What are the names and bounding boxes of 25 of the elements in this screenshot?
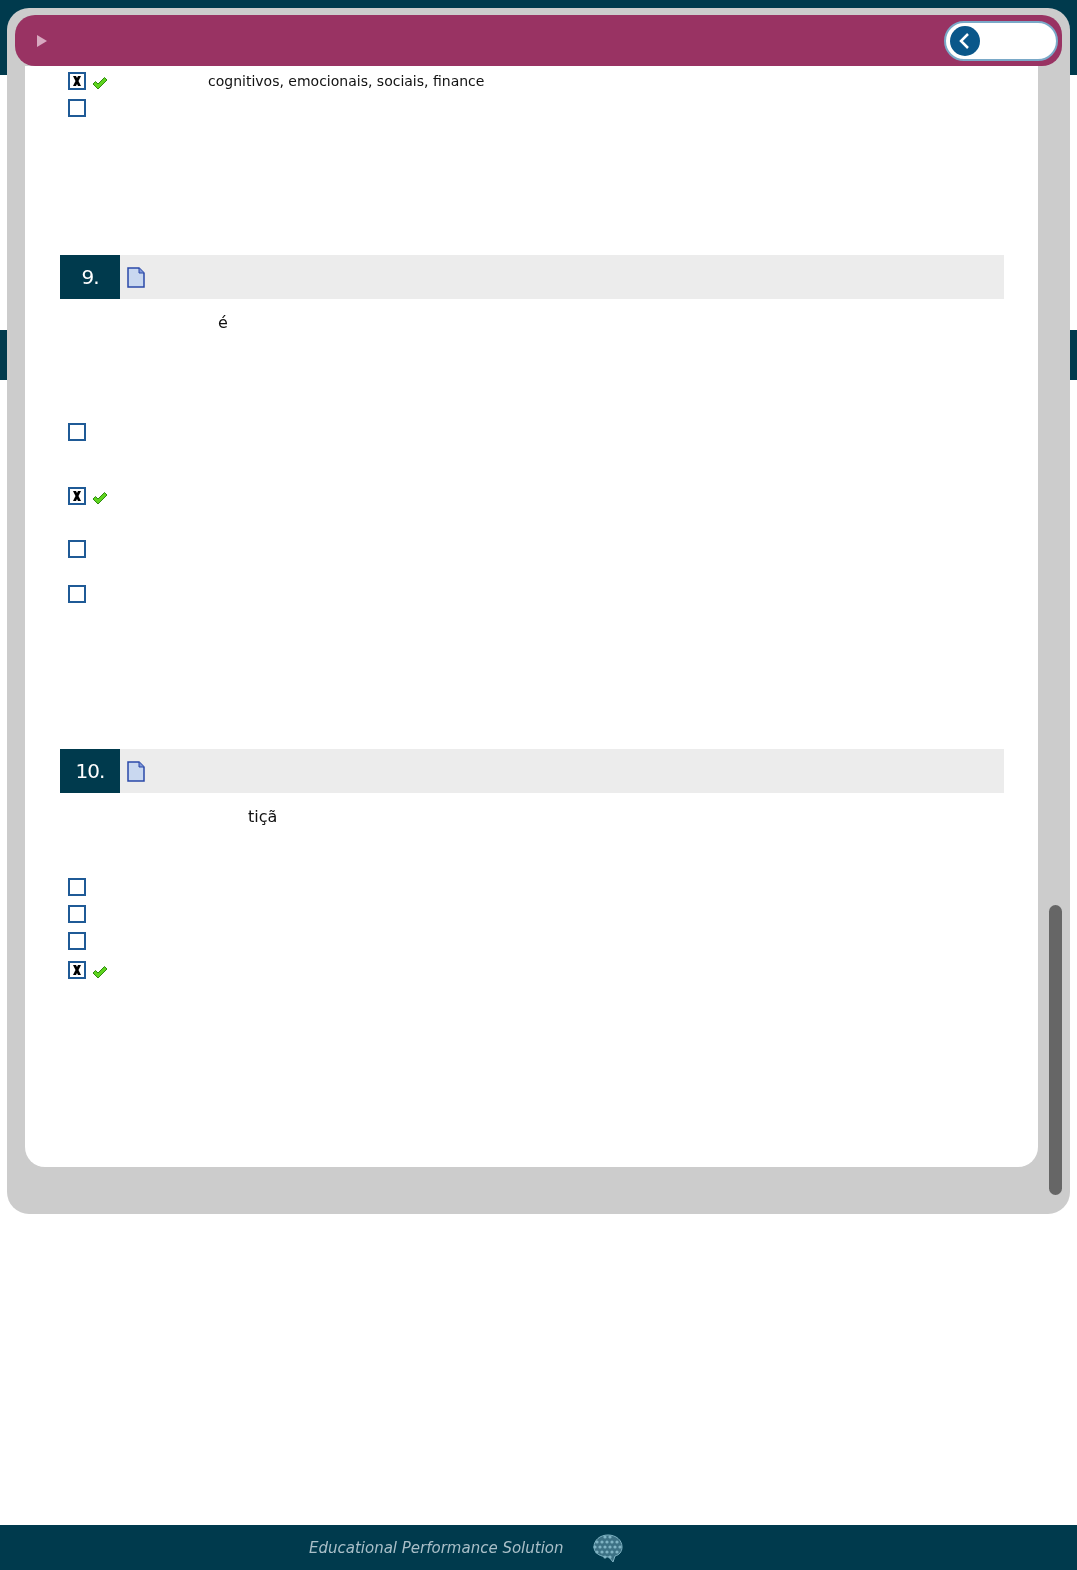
chevron-left-icon	[949, 24, 981, 57]
option-text: cognitivos, emocionais, sociais, finance	[208, 72, 485, 90]
x-mark-icon	[71, 964, 83, 976]
back-button[interactable]	[944, 20, 1058, 61]
checkbox[interactable]	[68, 99, 86, 117]
checkbox[interactable]	[68, 905, 86, 923]
question-text: é	[217, 313, 229, 333]
checkbox[interactable]	[68, 585, 86, 603]
question-number: 10.	[60, 749, 120, 793]
question-text: tiçã	[247, 807, 279, 827]
x-mark-icon	[71, 75, 83, 87]
checkbox[interactable]	[68, 423, 86, 441]
scrollbar-thumb[interactable]	[1049, 905, 1062, 1195]
play-icon[interactable]	[37, 34, 47, 47]
checkbox[interactable]	[68, 540, 86, 558]
checkbox[interactable]	[68, 961, 86, 979]
x-mark-icon	[71, 490, 83, 502]
checkbox[interactable]	[68, 487, 86, 505]
checkbox[interactable]	[68, 72, 86, 90]
document-icon[interactable]	[127, 760, 145, 782]
footer-text: Educational Performance Solution	[309, 1538, 564, 1557]
checkbox[interactable]	[68, 932, 86, 950]
document-icon[interactable]	[127, 266, 145, 288]
question-number: 9.	[60, 255, 120, 299]
checkbox[interactable]	[68, 878, 86, 896]
